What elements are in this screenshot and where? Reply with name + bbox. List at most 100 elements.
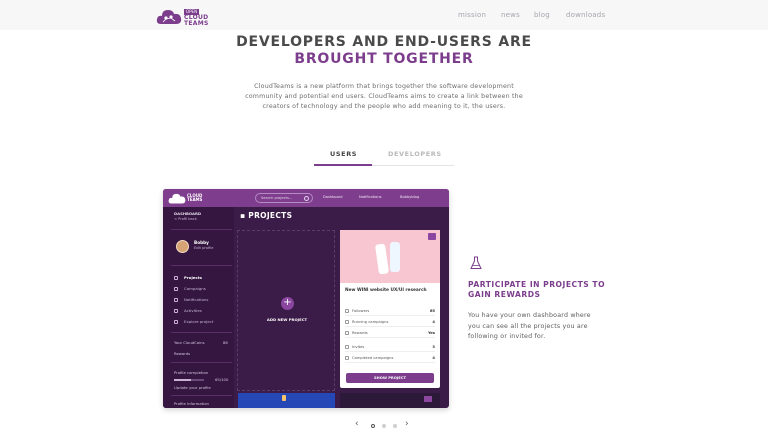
mockup-sidebar-back: < Profil back	[174, 217, 197, 221]
mockup-completion-fill	[174, 379, 192, 381]
feature-title-line2: GAIN REWARDS	[468, 290, 541, 299]
feature-title: PARTICIPATE IN PROJECTS TO GAIN REWARDS	[468, 280, 618, 300]
avatar	[176, 240, 189, 253]
mockup-profile-completion: Profile completion	[174, 370, 209, 375]
mockup-project-card: New WINI website UX/UI research Follower…	[340, 230, 440, 388]
hero-intro-line1: CloudTeams is a new platform that brings…	[254, 83, 514, 90]
mockup-menu-item: Notifications	[173, 296, 231, 307]
carousel-dot[interactable]	[393, 424, 397, 428]
dashboard-mockup-image: CLOUD TEAMS Search projects... Dashboard…	[163, 189, 449, 408]
mockup-coins-label: Your CloudCoins	[174, 340, 205, 345]
mockup-card-row-label: Followers	[352, 309, 370, 313]
mockup-menu-label: Explore project	[184, 319, 214, 324]
mockup-rewards: Rewards	[174, 351, 191, 356]
pencil-icon	[174, 287, 178, 291]
mockup-link-notifications: Notifications	[359, 195, 382, 199]
hero-intro: CloudTeams is a new platform that brings…	[230, 82, 538, 112]
mockup-menu-label: Activities	[184, 308, 202, 313]
hero-title-line1: DEVELOPERS AND END-USERS ARE	[236, 34, 532, 50]
feature-description: You have your own dashboard where you ca…	[468, 311, 608, 343]
audience-tabs: USERS DEVELOPERS	[314, 146, 454, 166]
cloud-logo-icon	[156, 10, 182, 24]
top-navigation-bar: OPEN CLOUD TEAMS mission news blog downl…	[0, 0, 768, 30]
reward-icon	[345, 331, 349, 335]
followers-icon	[345, 309, 349, 313]
mockup-sidebar: DASHBOARD < Profil back Bobby Edit profi…	[163, 207, 234, 408]
carousel-dot[interactable]	[382, 424, 386, 428]
carousel-next-button[interactable]: ›	[405, 420, 409, 429]
mockup-link-dashboard: Dashboard	[323, 195, 343, 199]
mockup-logo-line2: TEAMS	[187, 197, 203, 202]
hero-intro-line3: creators of technology and the people wh…	[262, 103, 506, 110]
divider	[171, 395, 232, 396]
mockup-logo-text: CLOUD TEAMS	[187, 194, 202, 202]
mockup-search-input: Search projects...	[255, 193, 313, 203]
compass-icon	[174, 320, 178, 324]
bookmark-icon	[424, 396, 432, 402]
feature-title-line1: PARTICIPATE IN PROJECTS TO	[468, 280, 606, 289]
mockup-menu-item: Activities	[173, 307, 231, 318]
mockup-edit-profile: Edit profile	[194, 246, 214, 250]
flask-icon	[470, 256, 482, 269]
hero-title-line2: BROUGHT TOGETHER	[294, 51, 474, 67]
shape-icon	[282, 395, 286, 401]
mockup-show-project-button: SHOW PROJECT	[346, 373, 434, 383]
carousel-dot[interactable]	[371, 424, 375, 428]
mockup-link-user: Bobbyblog	[400, 195, 420, 199]
invite-icon	[345, 345, 349, 349]
logo-wordmark-line2: TEAMS	[184, 20, 209, 27]
carousel-prev-button[interactable]: ‹	[355, 420, 359, 429]
plus-icon: +	[281, 297, 294, 310]
activity-icon	[174, 309, 178, 313]
bell-icon	[174, 298, 178, 302]
mockup-card-row-value: 3	[432, 345, 435, 349]
mockup-card-row: Rewards Yes	[345, 329, 435, 338]
nav-link-downloads[interactable]: downloads	[566, 11, 605, 19]
mockup-topbar: CLOUD TEAMS Search projects... Dashboard…	[163, 189, 449, 207]
mockup-card-row-value: Yes	[427, 331, 435, 335]
mockup-menu-label: Campaigns	[184, 286, 206, 291]
mockup-card-row-label: Completed campaigns	[352, 356, 394, 360]
check-icon	[345, 356, 349, 360]
divider	[171, 362, 232, 363]
mockup-cloud-icon	[168, 193, 186, 204]
bookmark-icon	[428, 233, 436, 240]
tab-users[interactable]: USERS	[330, 150, 357, 158]
tab-developers[interactable]: DEVELOPERS	[388, 150, 442, 158]
feature-description-line3: following or invited for.	[468, 333, 546, 340]
mockup-card-row-label: Invites	[352, 345, 365, 349]
mockup-card-row: Completed campaigns 4	[345, 354, 435, 363]
mockup-update-profile: Update your profile	[174, 385, 211, 390]
divider	[171, 265, 232, 266]
nav-link-news[interactable]: news	[501, 11, 520, 19]
mockup-projects-title: ▪ PROJECTS	[240, 211, 293, 220]
nav-link-mission[interactable]: mission	[458, 11, 486, 19]
bottle-image	[374, 243, 390, 275]
search-icon	[304, 196, 309, 201]
bottle-image	[390, 242, 400, 272]
mockup-completion-bar	[174, 379, 204, 381]
mockup-coins-value: 86	[223, 340, 228, 345]
folder-icon	[174, 276, 178, 280]
mockup-card-image	[340, 230, 440, 283]
feature-description-line1: You have your own dashboard where	[468, 312, 591, 319]
mockup-project-card-partial	[340, 393, 440, 408]
mockup-card-row: Followers 65	[345, 307, 435, 316]
mockup-card-row: Running campaigns 4	[345, 318, 435, 327]
mockup-card-title: New WINI website UX/UI research	[345, 288, 427, 293]
mockup-profile-info: Profile information	[174, 401, 209, 406]
mockup-menu-label: Notifications	[184, 297, 209, 302]
mockup-sidebar-menu: Projects Campaigns Notifications Activit…	[173, 274, 231, 329]
active-tab-indicator	[314, 164, 372, 166]
cloudteams-logo[interactable]: OPEN CLOUD TEAMS	[156, 5, 216, 27]
mockup-menu-item: Explore project	[173, 318, 231, 329]
mockup-menu-item: Campaigns	[173, 285, 231, 296]
nav-link-blog[interactable]: blog	[534, 11, 550, 19]
campaign-icon	[345, 320, 349, 324]
feature-description-line2: you can see all the projects you are	[468, 322, 588, 330]
divider	[171, 332, 232, 333]
hero-intro-line2: community and potential end users. Cloud…	[245, 93, 523, 100]
mockup-card-row-label: Rewards	[352, 331, 368, 335]
mockup-card-row-value: 65	[429, 309, 435, 313]
mockup-card-row-value: 4	[432, 320, 435, 324]
